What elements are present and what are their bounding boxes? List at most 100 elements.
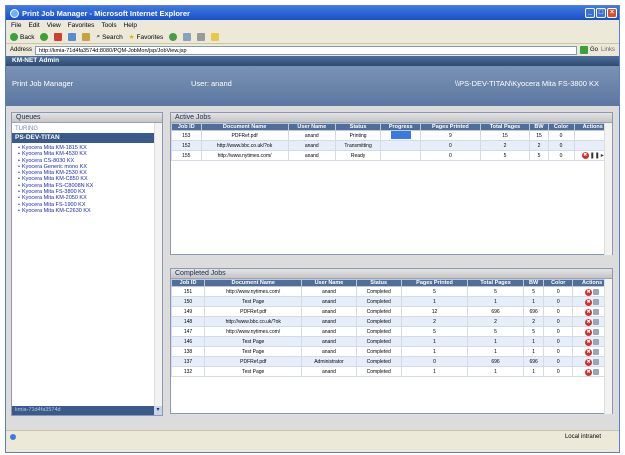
column-header[interactable]: Pages Printed <box>400 279 469 287</box>
stop-button[interactable] <box>54 33 63 41</box>
progress-cell <box>380 140 422 151</box>
cancel-job-icon[interactable]: ✖ <box>585 368 593 376</box>
cell-user: anand <box>301 366 357 377</box>
table-row[interactable]: 155 http://www.nytimes.com/anand Ready 0 5 5 0… <box>171 150 613 161</box>
refresh-button[interactable] <box>68 33 77 41</box>
column-header[interactable]: User Name <box>301 279 357 287</box>
resubmit-job-icon[interactable] <box>593 319 600 325</box>
table-row[interactable]: 132 Test Page anand Completed 1 1 1 0 ✖ <box>170 366 612 377</box>
column-header[interactable]: Progress <box>380 123 422 131</box>
active-jobs-title: Active Jobs <box>171 113 612 123</box>
links-button[interactable]: Links <box>601 47 615 53</box>
menu-help[interactable]: Help <box>124 22 137 29</box>
menu-favorites[interactable]: Favorites <box>68 22 95 29</box>
cell-user: anand <box>301 346 357 357</box>
maximize-button[interactable]: □ <box>596 8 606 18</box>
column-header[interactable]: User Name <box>287 123 336 131</box>
menu-edit[interactable]: Edit <box>28 22 39 29</box>
cell-total: 1 <box>467 296 524 307</box>
resubmit-job-icon[interactable] <box>593 339 600 345</box>
cell-status: Completed <box>355 356 402 367</box>
menu-view[interactable]: View <box>47 22 61 29</box>
column-header[interactable]: Status <box>334 123 382 131</box>
table-row[interactable]: 137 PDFRef.pdf Administrator Completed 0 696 6… <box>170 356 612 367</box>
column-header[interactable]: Job ID <box>171 123 202 131</box>
cell-color: 0 <box>543 356 574 367</box>
table-row[interactable]: 153 PDFRef.pdf anand Printing 9 15 15 0 <box>171 130 613 141</box>
active-scrollbar[interactable] <box>604 123 612 255</box>
cancel-job-icon[interactable]: ✖ <box>585 288 593 296</box>
cell-bw: 1 <box>522 366 545 377</box>
table-row[interactable]: 148 http://www.bbc.co.uk/?ok anand Complete… <box>170 316 612 327</box>
address-input[interactable]: http://kmia-71d4fa3574d:8080/PQM-JobMon/… <box>35 45 577 55</box>
server-ps-dev-titan[interactable]: PS-DEV-TITAN <box>12 133 162 143</box>
scroll-down-icon[interactable]: ▾ <box>154 406 162 415</box>
resubmit-job-icon[interactable] <box>593 329 600 335</box>
resubmit-job-icon[interactable] <box>593 349 600 355</box>
cancel-job-icon[interactable]: ✖ <box>585 308 593 316</box>
resubmit-job-icon[interactable] <box>593 299 600 305</box>
status-bar: Local intranet <box>6 430 619 442</box>
table-row[interactable]: 149 PDFRef.pdf anand Completed 12 696 696 0 ✖ <box>170 306 612 317</box>
cell-color: 0 <box>547 130 575 141</box>
column-header[interactable]: Total Pages <box>479 123 531 131</box>
home-button[interactable] <box>82 33 91 41</box>
column-header[interactable]: Document Name <box>200 123 289 131</box>
cell-id: 148 <box>170 316 206 327</box>
column-header[interactable]: Color <box>543 279 574 287</box>
table-row[interactable]: 146 Test Page anand Completed 1 1 1 0 ✖ <box>170 336 612 347</box>
cancel-job-icon[interactable]: ✖ <box>585 318 593 326</box>
cancel-job-icon[interactable]: ✖ <box>585 358 593 366</box>
history-button[interactable] <box>169 33 178 41</box>
back-button[interactable]: Back <box>10 33 34 41</box>
cell-total: 1 <box>467 346 524 357</box>
column-header[interactable]: Document Name <box>204 279 303 287</box>
cell-color: 0 <box>543 336 574 347</box>
cell-doc: http://www.nytimes.com/ <box>204 286 303 297</box>
column-header[interactable]: BW <box>529 123 549 131</box>
table-row[interactable]: 151 http://www.nytimes.com/anand Completed… <box>170 286 612 297</box>
job-actions: ✖ <box>585 368 600 376</box>
cancel-job-icon[interactable]: ✖ <box>585 348 593 356</box>
print-button[interactable] <box>197 33 206 41</box>
menu-tools[interactable]: Tools <box>101 22 116 29</box>
table-row[interactable]: 152 http://www.bbc.co.uk/?ok anand Transmit… <box>171 140 613 151</box>
cell-bw: 5 <box>522 326 545 337</box>
cancel-job-icon[interactable]: ✖ <box>585 328 593 336</box>
pause-icon[interactable]: ❚❚ <box>590 152 600 160</box>
mail-button[interactable] <box>183 33 192 41</box>
cancel-job-icon[interactable]: ✖ <box>585 338 593 346</box>
resubmit-job-icon[interactable] <box>593 369 600 375</box>
menu-file[interactable]: File <box>11 22 21 29</box>
cell-status: Completed <box>355 296 402 307</box>
completed-scrollbar[interactable] <box>604 279 612 414</box>
folder-button[interactable] <box>211 33 220 41</box>
column-header[interactable]: Total Pages <box>467 279 524 287</box>
column-header[interactable]: Status <box>355 279 402 287</box>
close-button[interactable]: × <box>607 8 617 18</box>
forward-button[interactable] <box>40 33 49 41</box>
search-button[interactable]: ⌕ Search <box>96 33 122 41</box>
resubmit-job-icon[interactable] <box>593 359 600 365</box>
queues-scrollbar[interactable] <box>154 123 162 406</box>
job-actions: ✖ <box>585 328 600 336</box>
column-header[interactable]: BW <box>522 279 545 287</box>
column-header[interactable]: Job ID <box>170 279 206 287</box>
address-label: Address <box>10 47 33 53</box>
resubmit-job-icon[interactable] <box>593 309 600 315</box>
resubmit-job-icon[interactable] <box>593 289 600 295</box>
table-row[interactable]: 150 Test Page anand Completed 1 1 1 0 ✖ <box>170 296 612 307</box>
ie-logo-icon <box>10 8 19 18</box>
go-button[interactable]: Go <box>579 46 598 54</box>
queue-item[interactable]: Kyocera Mita KM-C2630 KX <box>18 208 162 214</box>
cancel-job-icon[interactable]: ✖ <box>585 298 593 306</box>
cancel-job-icon[interactable]: ✖ <box>581 152 589 160</box>
cell-id: 152 <box>171 140 202 151</box>
column-header[interactable]: Color <box>547 123 575 131</box>
server-turing[interactable]: TURING <box>12 123 162 133</box>
table-row[interactable]: 147 http://www.nytimes.com/anand Completed… <box>170 326 612 337</box>
favorites-button[interactable]: ★ Favorites <box>129 33 164 42</box>
table-row[interactable]: 138 Test Page anand Completed 1 1 1 0 ✖ <box>170 346 612 357</box>
minimize-button[interactable]: _ <box>585 8 595 18</box>
column-header[interactable]: Pages Printed <box>420 123 481 131</box>
